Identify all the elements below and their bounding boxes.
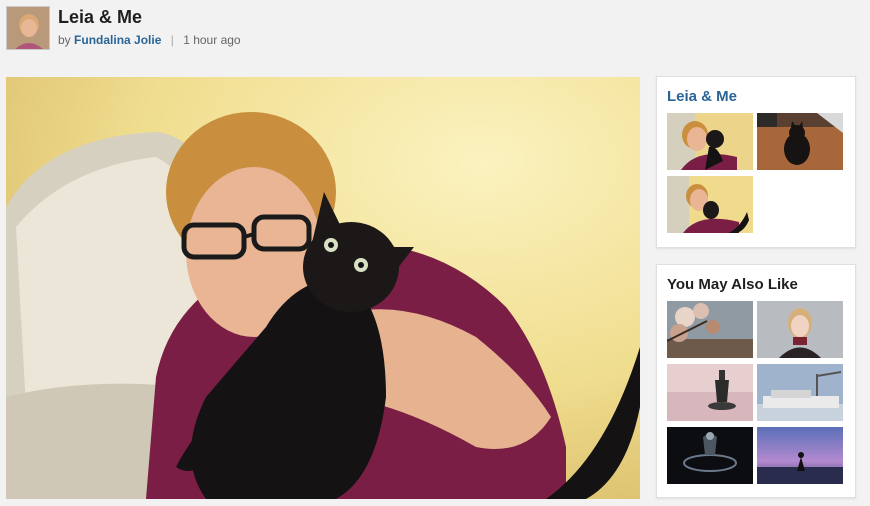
related-thumb-beach-figure[interactable] <box>667 364 753 421</box>
post-title: Leia & Me <box>58 7 143 27</box>
main-photo-image <box>6 77 640 499</box>
meta-separator: | <box>170 33 174 47</box>
related-card: You May Also Like <box>656 264 856 498</box>
main-photo[interactable] <box>6 77 640 499</box>
post-header: Leia & Me by Fundalina Jolie | 1 hour ag… <box>0 0 870 70</box>
related-thumb-portrait[interactable] <box>757 301 843 358</box>
album-card: Leia & Me <box>656 76 856 248</box>
author-avatar[interactable] <box>6 6 50 50</box>
avatar-image <box>7 7 49 49</box>
album-thumb-cat-floor[interactable] <box>757 113 843 170</box>
author-link[interactable]: Fundalina Jolie <box>74 33 161 47</box>
related-thumb-boat[interactable] <box>757 364 843 421</box>
album-title-link[interactable]: Leia & Me <box>667 88 737 105</box>
related-title: You May Also Like <box>667 276 798 293</box>
related-thumb-dark-water[interactable] <box>667 427 753 484</box>
related-thumb-blossom[interactable] <box>667 301 753 358</box>
album-thumb-woman-cat[interactable] <box>667 113 753 170</box>
related-thumb-sunset-silhouette[interactable] <box>757 427 843 484</box>
by-label: by <box>58 33 71 47</box>
post-time: 1 hour ago <box>183 33 241 47</box>
album-thumb-woman-cat-2[interactable] <box>667 176 753 233</box>
post-meta: by Fundalina Jolie | 1 hour ago <box>58 33 241 47</box>
